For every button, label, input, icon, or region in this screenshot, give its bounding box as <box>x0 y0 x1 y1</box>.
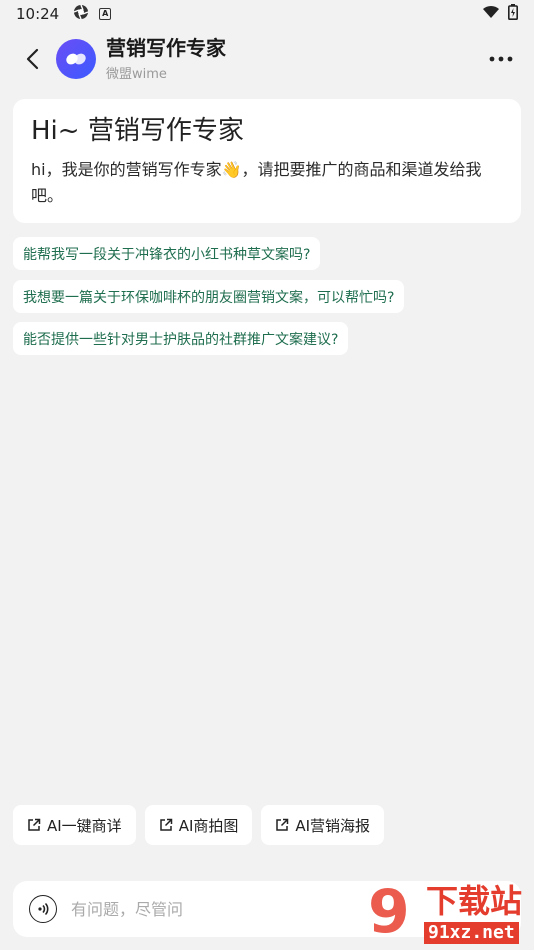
external-link-icon <box>159 818 172 831</box>
suggestion-chip-3[interactable]: 能否提供一些针对男士护肤品的社群推广文案建议? <box>13 322 349 355</box>
ai-poster-label: AI营销海报 <box>295 816 371 835</box>
aperture-icon <box>73 4 89 24</box>
watermark-logo: 9 <box>368 877 410 947</box>
external-link-icon <box>276 818 289 831</box>
ai-photo-button[interactable]: AI商拍图 <box>144 805 253 845</box>
suggestion-chip-1[interactable]: 能帮我写一段关于冲锋衣的小红书种草文案吗? <box>13 237 321 270</box>
more-button[interactable] <box>486 44 516 74</box>
watermark-text: 下载站 <box>426 882 523 920</box>
status-icons-left: A <box>73 4 112 24</box>
greeting-card: Hi~ 营销写作专家 hi，我是你的营销写作专家👋，请把要推广的商品和渠道发给我… <box>13 99 521 223</box>
status-bar: 10:24 A <box>0 0 534 28</box>
external-link-icon <box>28 818 41 831</box>
ai-photo-label: AI商拍图 <box>178 816 239 835</box>
ai-detail-label: AI一键商详 <box>47 816 122 835</box>
chat-input[interactable] <box>71 899 371 919</box>
watermark: 9 下载站 91xz.net <box>364 880 534 950</box>
a-box-icon: A <box>99 8 112 20</box>
chat-header: 营销写作专家 微盟wime <box>0 28 534 90</box>
logo-icon <box>66 53 86 65</box>
status-icons-right <box>482 4 518 24</box>
ai-detail-button[interactable]: AI一键商详 <box>13 805 136 845</box>
header-text: 营销写作专家 微盟wime <box>106 36 226 82</box>
voice-icon[interactable] <box>29 895 57 923</box>
greeting-title: Hi~ 营销写作专家 <box>31 116 244 146</box>
status-time: 10:24 <box>16 5 60 23</box>
watermark-url: 91xz.net <box>424 922 519 944</box>
page-title: 营销写作专家 <box>106 36 226 60</box>
greeting-text: hi，我是你的营销写作专家👋，请把要推广的商品和渠道发给我吧。 <box>31 160 482 205</box>
wifi-icon <box>482 5 500 23</box>
battery-icon <box>508 4 518 24</box>
quick-actions: AI一键商详 AI商拍图 AI营销海报 <box>13 805 385 845</box>
page-subtitle: 微盟wime <box>106 67 167 82</box>
more-dots-icon <box>489 56 513 62</box>
avatar[interactable] <box>56 39 96 79</box>
suggestion-chip-2[interactable]: 我想要一篇关于环保咖啡杯的朋友圈营销文案，可以帮忙吗? <box>13 280 405 313</box>
chevron-left-icon <box>26 48 39 70</box>
back-button[interactable] <box>12 39 52 79</box>
ai-poster-button[interactable]: AI营销海报 <box>261 805 385 845</box>
